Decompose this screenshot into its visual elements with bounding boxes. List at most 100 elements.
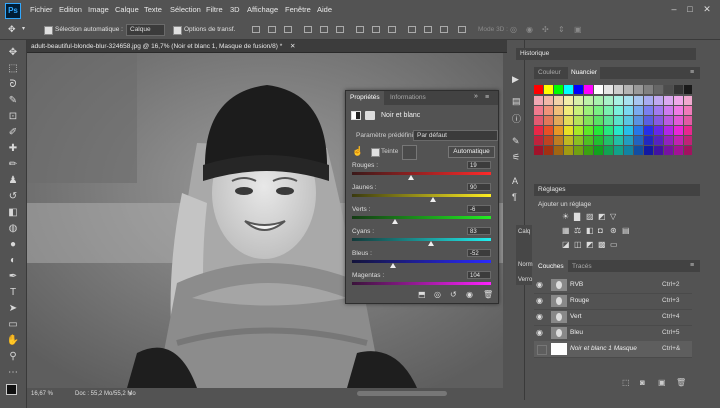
character-icon[interactable]: A [512,176,518,186]
swatch-cell[interactable] [554,85,563,94]
hue-icon[interactable]: ▦ [562,226,570,235]
swatch-cell[interactable] [674,106,683,115]
swatch-cell[interactable] [614,85,623,94]
more-tools-icon[interactable]: ⋯ [6,366,20,380]
swatch-cell[interactable] [584,146,593,155]
swatch-cell[interactable] [674,126,683,135]
visibility-eye-icon[interactable]: ◉ [536,328,543,337]
menu-3d[interactable]: 3D [230,5,240,14]
swatch-cell[interactable] [654,96,663,105]
swatch-cell[interactable] [654,126,663,135]
swatch-cell[interactable] [534,106,543,115]
swatch-cell[interactable] [624,96,633,105]
swatch-cell[interactable] [624,85,633,94]
swatch-cell[interactable] [604,85,613,94]
swatch-cell[interactable] [624,136,633,145]
3d-orbit-icon[interactable]: ◎ [510,25,517,34]
swatch-cell[interactable] [564,96,573,105]
swatch-cell[interactable] [614,136,623,145]
slider-track-magentas[interactable] [352,282,491,285]
swatch-cell[interactable] [544,85,553,94]
brush-tool-icon[interactable]: ✏ [6,158,20,172]
swatch-cell[interactable] [664,96,673,105]
visibility-eye-icon[interactable]: ◉ [536,280,543,289]
swatch-cell[interactable] [684,146,693,155]
swatch-cell[interactable] [584,85,593,94]
path-select-icon[interactable]: ➤ [6,302,20,316]
swatch-cell[interactable] [684,126,693,135]
paragraph-icon[interactable]: ¶ [512,192,517,202]
channel-mixer-icon[interactable]: ⊛ [610,226,617,235]
align-vcenter-icon[interactable] [268,26,276,33]
swatch-cell[interactable] [674,85,683,94]
swatch-cell[interactable] [644,106,653,115]
slider-thumb-blues[interactable] [390,263,396,268]
photo-filter-icon[interactable]: ◘ [598,226,603,235]
swatch-cell[interactable] [644,136,653,145]
vibrance-icon[interactable]: ▽ [610,212,616,221]
swatch-cell[interactable] [634,126,643,135]
swatch-cell[interactable] [684,106,693,115]
align-top-icon[interactable] [252,26,260,33]
swatch-cell[interactable] [574,96,583,105]
maximize-icon[interactable]: □ [684,3,696,15]
brightness-icon[interactable]: ☀ [562,212,569,221]
swatch-cell[interactable] [554,96,563,105]
slider-value-greens[interactable]: -6 [467,205,491,213]
swatch-cell[interactable] [574,116,583,125]
slider-thumb-reds[interactable] [408,175,414,180]
swatch-cell[interactable] [664,126,673,135]
swatch-cell[interactable] [654,85,663,94]
adjustment-layer-icon[interactable] [351,111,361,120]
menu-image[interactable]: Image [88,5,109,14]
swatch-cell[interactable] [584,96,593,105]
swatch-cell[interactable] [594,96,603,105]
swatch-cell[interactable] [614,146,623,155]
menu-texte[interactable]: Texte [144,5,162,14]
swatch-cell[interactable] [624,146,633,155]
swatch-cell[interactable] [654,136,663,145]
slider-value-yellows[interactable]: 90 [467,183,491,191]
visibility-toggle-off[interactable] [537,345,547,355]
swatch-cell[interactable] [684,85,693,94]
brush-settings-icon[interactable]: ✎ [512,136,520,147]
slider-track-yellows[interactable] [352,194,491,197]
swatch-cell[interactable] [574,85,583,94]
menu-filtre[interactable]: Filtre [206,5,223,14]
swatch-cell[interactable] [534,136,543,145]
auto-button[interactable]: Automatique [448,146,495,158]
rectangle-tool-icon[interactable]: ▭ [6,318,20,332]
swatch-cell[interactable] [684,136,693,145]
selective-color-icon[interactable]: ▩ [598,240,606,249]
swatch-cell[interactable] [564,126,573,135]
slider-value-reds[interactable]: 19 [467,161,491,169]
eraser-tool-icon[interactable]: ◧ [6,206,20,220]
visibility-eye-icon[interactable]: ◉ [536,296,543,305]
minimize-icon[interactable]: – [668,3,680,15]
swatch-grid-svg[interactable] [534,85,693,165]
swatch-cell[interactable] [544,146,553,155]
tint-checkbox[interactable] [371,148,380,157]
swatch-cell[interactable] [584,116,593,125]
threshold-icon[interactable]: ◩ [586,240,594,249]
swatch-cell[interactable] [554,116,563,125]
trash-icon[interactable]: 🗑 [483,290,493,299]
swatch-cell[interactable] [664,146,673,155]
slider-track-blues[interactable] [352,260,491,263]
slider-value-blues[interactable]: -52 [467,249,491,257]
swatch-cell[interactable] [554,106,563,115]
history-brush-icon[interactable]: ↺ [6,190,20,204]
swatch-grid[interactable] [534,85,693,165]
save-selection-icon[interactable]: ◙ [640,378,645,387]
swatch-cell[interactable] [624,116,633,125]
reset-icon[interactable]: ↺ [450,290,457,299]
swatch-cell[interactable] [614,116,623,125]
adjust-sliders-icon[interactable]: ⚟ [512,152,520,163]
align-bottom-icon[interactable] [284,26,292,33]
layer-comps-icon[interactable]: ▤ [512,96,521,107]
swatch-cell[interactable] [594,116,603,125]
dodge-tool-icon[interactable]: ◐ [6,254,20,268]
swatch-cell[interactable] [664,116,673,125]
foreground-color-swatch[interactable] [6,384,17,395]
swatch-cell[interactable] [574,136,583,145]
